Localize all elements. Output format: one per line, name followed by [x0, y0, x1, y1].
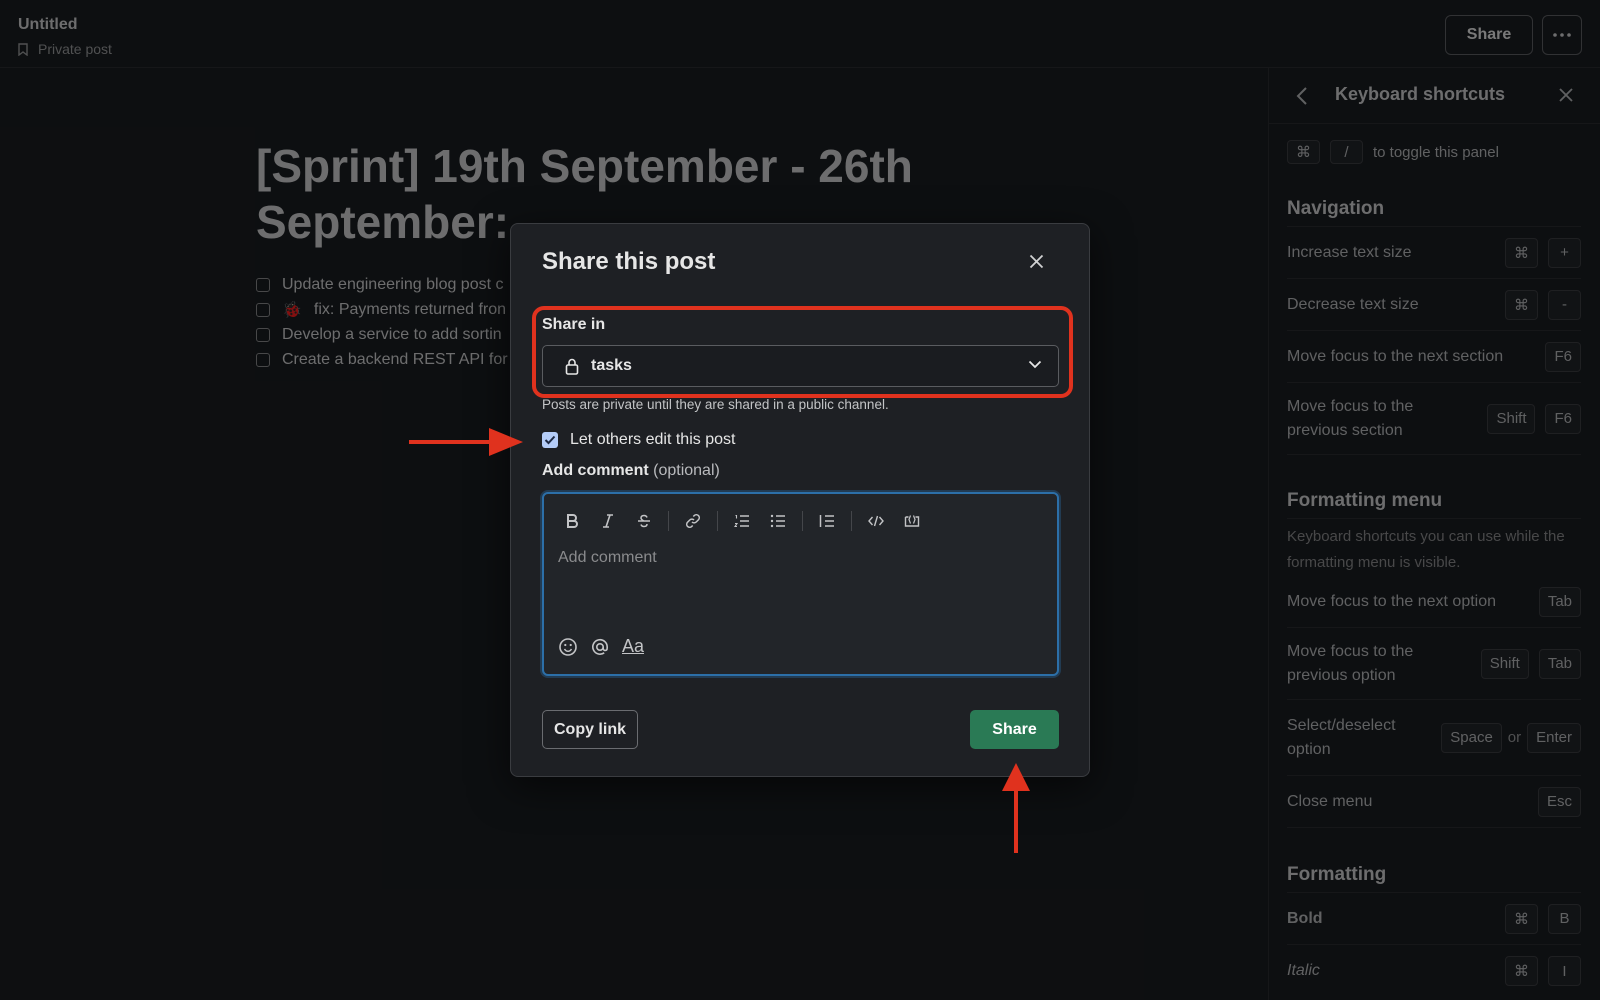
highlight-annotation: [532, 306, 1073, 398]
close-icon[interactable]: [1029, 254, 1044, 269]
privacy-hint: Posts are private until they are shared …: [542, 397, 889, 412]
annotation-arrow-up: [1002, 763, 1030, 853]
annotation-arrow-right: [409, 428, 523, 456]
italic-icon[interactable]: [592, 508, 624, 534]
comment-placeholder: Add comment: [558, 549, 657, 566]
strikethrough-icon[interactable]: [628, 508, 660, 534]
toolbar-divider: [668, 511, 669, 531]
let-others-edit-row[interactable]: Let others edit this post: [542, 431, 735, 449]
add-comment-label: Add comment (optional): [542, 462, 720, 480]
link-icon[interactable]: [677, 508, 709, 534]
code-block-icon[interactable]: [896, 508, 928, 534]
add-comment-title: Add comment: [542, 462, 649, 479]
optional-text: (optional): [653, 462, 720, 479]
ordered-list-icon[interactable]: [726, 508, 758, 534]
toolbar-divider: [802, 511, 803, 531]
copy-link-button[interactable]: Copy link: [542, 710, 638, 749]
modal-title: Share this post: [542, 248, 716, 275]
toolbar-divider: [717, 511, 718, 531]
let-others-edit-label: Let others edit this post: [570, 431, 736, 448]
share-button[interactable]: Share: [970, 710, 1059, 749]
bulleted-list-icon[interactable]: [762, 508, 794, 534]
text-format-button[interactable]: Aa: [622, 636, 644, 657]
code-icon[interactable]: [860, 508, 892, 534]
emoji-icon[interactable]: [558, 637, 578, 657]
editor-actions: Aa: [558, 636, 644, 657]
share-modal: Share this post Share in tasks Posts are…: [510, 223, 1090, 777]
blockquote-icon[interactable]: [811, 508, 843, 534]
toolbar-divider: [851, 511, 852, 531]
formatting-toolbar: [556, 508, 928, 534]
bold-icon[interactable]: [556, 508, 588, 534]
mention-icon[interactable]: [590, 637, 610, 657]
let-others-edit-checkbox[interactable]: [542, 432, 558, 448]
comment-editor[interactable]: Add comment Aa: [542, 492, 1059, 676]
